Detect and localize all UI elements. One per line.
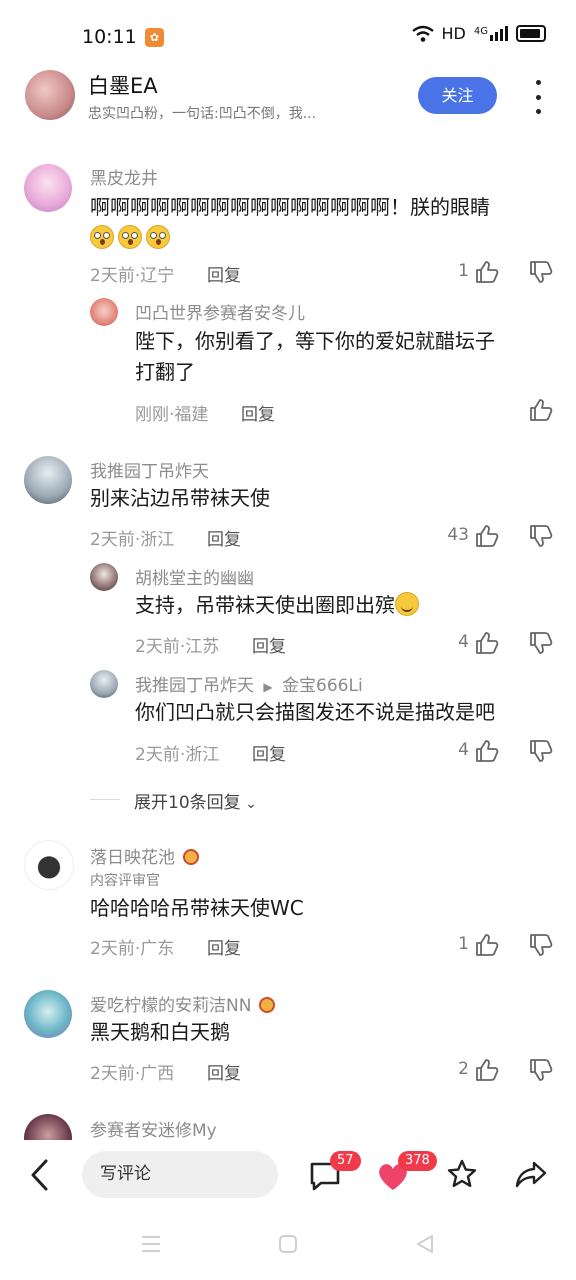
comment-text: 哈哈哈哈吊带袜天使WC (90, 896, 304, 920)
home-icon[interactable] (278, 1234, 298, 1254)
shocked-emoji-icon (146, 225, 170, 249)
comment-text: 别来沾边吊带袜天使 (90, 486, 270, 510)
thumbs-down-icon[interactable] (528, 738, 554, 764)
like-count: 4 (458, 632, 469, 652)
commenter-name[interactable]: 黑皮龙井 (90, 164, 158, 189)
thumbs-up-icon[interactable] (474, 630, 500, 656)
comment-time-location: 2天前·广东 (90, 939, 175, 959)
reply-button[interactable]: 回复 (207, 261, 241, 286)
wifi-icon (411, 25, 434, 42)
reply-text-body: 支持，吊带袜天使出圈即出殡 (135, 593, 395, 617)
comment-text: 黑天鹅和白天鹅 (90, 1020, 230, 1044)
reply-button[interactable]: 回复 (252, 740, 286, 765)
commenter-name[interactable]: 我推园丁吊炸天 (90, 457, 209, 482)
smile-emoji-icon (395, 592, 419, 616)
shocked-emoji-icon (118, 225, 142, 249)
like-count: 1 (458, 934, 469, 954)
fan-badge-icon (259, 997, 276, 1013)
like-count: 2 (458, 1059, 469, 1079)
back-triangle-icon[interactable] (414, 1233, 436, 1255)
menu-icon[interactable] (140, 1234, 162, 1254)
chevron-down-icon: ⌄ (240, 796, 257, 812)
like-count: 4 (458, 740, 469, 760)
like-count: 43 (447, 525, 469, 545)
reply-avatar[interactable] (90, 298, 118, 326)
expand-replies-label[interactable]: 展开10条回复 (134, 793, 241, 813)
reply-button[interactable]: 回复 (252, 632, 286, 657)
comment-input[interactable]: 写评论 (82, 1151, 278, 1198)
share-icon[interactable] (514, 1158, 548, 1190)
app-notification-icon: ✿ (145, 28, 164, 47)
signal-4g-label: 4G (473, 26, 488, 37)
reply-text-line: 打翻了 (135, 360, 195, 384)
like-count: 1 (458, 261, 469, 281)
reply-button[interactable]: 回复 (207, 525, 241, 550)
reply-button[interactable]: 回复 (207, 934, 241, 959)
thumbs-down-icon[interactable] (528, 259, 554, 285)
reviewer-badge-icon (183, 849, 199, 865)
author-name[interactable]: 白墨EA (88, 70, 158, 100)
reply-text: 你们凹凸就只会描图发还不说是描改是吧 (135, 700, 495, 724)
commenter-avatar[interactable] (24, 840, 74, 890)
author-description: 忠实凹凸粉，一句话:凹凸不倒，我... (88, 106, 317, 122)
reply-button[interactable]: 回复 (241, 400, 275, 425)
commenter-avatar[interactable] (24, 990, 72, 1038)
reply-avatar[interactable] (90, 563, 118, 591)
status-icons: HD 4G (411, 24, 546, 43)
thumbs-down-icon[interactable] (528, 523, 554, 549)
user-role-label: 内容评审官 (90, 873, 160, 889)
comment-count-badge: 57 (330, 1151, 361, 1171)
more-options-icon[interactable] (530, 80, 546, 114)
reply-user-name[interactable]: 凹凸世界参赛者安冬儿 (135, 299, 305, 324)
reply-time-location: 2天前·江苏 (135, 637, 220, 657)
comment-time-location: 2天前·浙江 (90, 530, 175, 550)
commenter-name-text[interactable]: 落日映花池 (90, 848, 175, 868)
network-hd-label: HD (441, 24, 466, 43)
thumbs-up-icon[interactable] (474, 1057, 500, 1083)
thumbs-up-icon[interactable] (528, 397, 554, 423)
reply-button[interactable]: 回复 (207, 1059, 241, 1084)
back-arrow-icon[interactable] (28, 1158, 52, 1192)
thumbs-up-icon[interactable] (474, 738, 500, 764)
comment-time-location: 2天前·广西 (90, 1064, 175, 1084)
thumbs-down-icon[interactable] (528, 1057, 554, 1083)
reply-user-name: 我推园丁吊炸天 ▶ 金宝666Li (135, 671, 363, 696)
author-avatar[interactable] (25, 70, 75, 120)
commenter-name-text[interactable]: 爱吃柠檬的安莉洁NN (90, 996, 251, 1016)
commenter-name: 爱吃柠檬的安莉洁NN (90, 991, 276, 1016)
expand-replies-button[interactable]: 展开10条回复 ⌄ (134, 788, 257, 813)
comment-text: 啊啊啊啊啊啊啊啊啊啊啊啊啊啊啊！朕的眼睛 (90, 192, 560, 254)
follow-button[interactable]: 关注 (418, 77, 497, 114)
thumbs-up-icon[interactable] (474, 259, 500, 285)
commenter-avatar[interactable] (24, 164, 72, 212)
thumbs-down-icon[interactable] (528, 630, 554, 656)
reply-user-name-text[interactable]: 我推园丁吊炸天 (135, 676, 254, 696)
thumbs-down-icon[interactable] (528, 932, 554, 958)
commenter-name: 落日映花池 (90, 843, 199, 868)
comment-time-location: 2天前·辽宁 (90, 266, 175, 286)
signal-icon: 4G (474, 26, 508, 41)
commenter-name[interactable]: 参赛者安迷修My (90, 1116, 217, 1141)
commenter-avatar[interactable] (24, 456, 72, 504)
thumbs-up-icon[interactable] (474, 932, 500, 958)
reply-text-line: 陛下，你别看了，等下你的爱妃就醋坛子 (135, 329, 495, 353)
reply-text: 支持，吊带袜天使出圈即出殡 (135, 590, 419, 621)
reply-time-location: 2天前·浙江 (135, 745, 220, 765)
star-icon[interactable] (446, 1158, 478, 1190)
divider (90, 799, 120, 800)
reply-to-arrow-icon: ▶ (263, 680, 273, 694)
shocked-emoji-icon (90, 225, 114, 249)
battery-icon (516, 25, 546, 42)
comment-text-body: 啊啊啊啊啊啊啊啊啊啊啊啊啊啊啊！朕的眼睛 (90, 195, 490, 219)
status-time: 10:11 (82, 26, 137, 48)
thumbs-up-icon[interactable] (474, 523, 500, 549)
reply-user-name[interactable]: 胡桃堂主的幽幽 (135, 564, 254, 589)
reply-text: 陛下，你别看了，等下你的爱妃就醋坛子 打翻了 (135, 326, 555, 388)
like-count-badge: 378 (398, 1151, 437, 1171)
reply-to-user[interactable]: 金宝666Li (282, 676, 363, 696)
reply-time-location: 刚刚·福建 (135, 405, 209, 425)
reply-avatar[interactable] (90, 670, 118, 698)
